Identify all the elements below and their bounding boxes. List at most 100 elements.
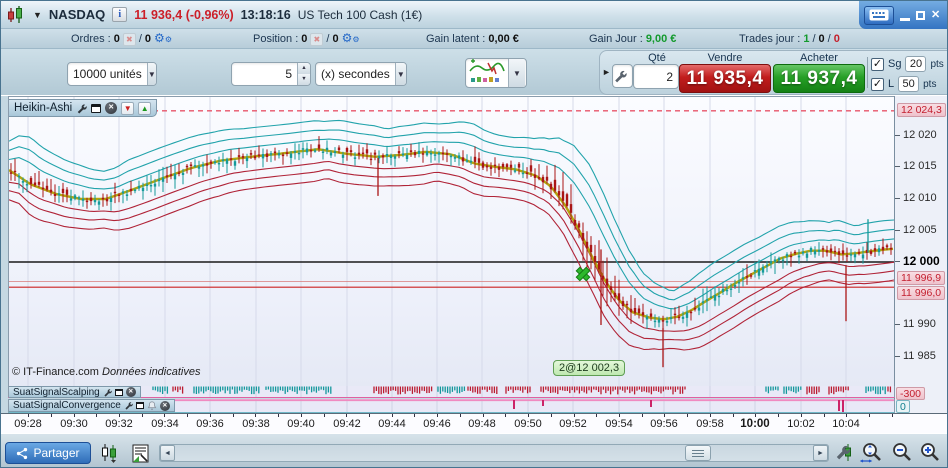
limit-row: ✓ L 50 pts <box>871 76 936 92</box>
close-icon[interactable]: ✕ <box>931 1 940 29</box>
sg-unit: pts <box>930 58 944 70</box>
period-value: 5 <box>285 67 292 81</box>
price-chart-canvas[interactable] <box>9 97 894 386</box>
main-toolbar: 10000 unités ▼ 5 ▲ ▼ (x) secondes ▼ ▼ ► Q… <box>1 49 947 96</box>
time-tick-label: 09:46 <box>423 418 451 430</box>
instrument-candles-icon <box>6 5 26 24</box>
gain-latent-label: Gain latent : <box>426 33 486 45</box>
spin-up-icon[interactable]: ▲ <box>298 63 310 74</box>
qty-input[interactable]: 2 <box>633 64 679 89</box>
orders-count-2: 0 <box>144 33 152 45</box>
time-tick-label: 10:04 <box>832 418 860 430</box>
sell-button[interactable]: 11 935,4 <box>679 64 771 93</box>
keyboard-icon[interactable] <box>864 5 894 25</box>
units-dropdown[interactable]: 10000 unités ▼ <box>67 62 157 86</box>
time-tick-label: 09:34 <box>151 418 179 430</box>
cancel-orders-icon[interactable]: ✖ <box>122 32 136 46</box>
panel-collapse-arrow[interactable]: ► <box>602 67 611 77</box>
zoom-fit-icon[interactable] <box>859 442 885 464</box>
last-price: 11 936,4 (-0,96%) <box>134 7 234 22</box>
share-label: Partager <box>33 446 80 460</box>
chart-style-icon <box>466 59 508 87</box>
price-tick-label: 12 015 <box>903 160 937 172</box>
time-tick-label: 09:40 <box>287 418 315 430</box>
l-value-box[interactable]: 50 <box>898 76 920 92</box>
time-tick-label: 10:02 <box>787 418 815 430</box>
close-panel-icon[interactable]: ✕ <box>125 387 136 397</box>
chart-style-dropdown-arrow[interactable]: ▼ <box>508 59 525 87</box>
horizontal-scrollbar[interactable]: ◄ ► <box>159 444 829 462</box>
move-up-icon[interactable]: ▲ <box>138 101 152 115</box>
chart-style-button[interactable]: ▼ <box>465 58 527 88</box>
price-level-label: 12 024,3 <box>897 103 946 117</box>
convergence-header: SuatSignalConvergence ✕ <box>9 399 175 412</box>
scroll-left-icon[interactable]: ◄ <box>160 445 175 461</box>
price-level-label: 11 996,9 <box>897 271 946 285</box>
order-settings-button[interactable] <box>612 64 633 88</box>
time-tick-label: 09:38 <box>242 418 270 430</box>
time-tick-label: 09:52 <box>559 418 587 430</box>
move-down-icon[interactable]: ▼ <box>121 101 135 115</box>
time-tick-label: 10:00 <box>740 418 770 430</box>
zoom-out-icon[interactable] <box>890 442 914 464</box>
scalping-panel[interactable]: SuatSignalScalping ✕ <box>8 386 895 398</box>
stop-gain-row: ✓ Sg 20 pts <box>871 56 944 72</box>
news-icon[interactable] <box>131 442 150 464</box>
period-stepper[interactable]: 5 ▲ ▼ <box>231 62 311 86</box>
units-dropdown-arrow[interactable]: ▼ <box>146 63 156 85</box>
buy-button[interactable]: 11 937,4 <box>773 64 865 93</box>
sg-value-box[interactable]: 20 <box>905 56 927 72</box>
time-tick-label: 09:32 <box>105 418 133 430</box>
scroll-right-icon[interactable]: ► <box>813 445 828 461</box>
sg-checkbox[interactable]: ✓ <box>871 57 884 71</box>
period-spinner[interactable]: ▲ ▼ <box>297 63 310 85</box>
close-position-icon[interactable]: ✖ <box>310 32 324 46</box>
close-panel-icon[interactable]: ✕ <box>159 400 170 411</box>
scalping-header: SuatSignalScalping ✕ <box>9 386 141 398</box>
wrench-icon[interactable] <box>76 103 87 114</box>
period-unit-dropdown-arrow[interactable]: ▼ <box>394 63 406 85</box>
gain-jour-value: 9,00 € <box>645 33 677 45</box>
trades-lost: 0 <box>833 33 840 45</box>
info-icon[interactable]: i <box>112 7 128 22</box>
convergence-axis-label: 0 <box>896 400 910 413</box>
detach-window-icon[interactable] <box>114 388 123 396</box>
price-tick-label: 12 010 <box>903 192 937 204</box>
time-tick-label: 09:54 <box>605 418 633 430</box>
gain-latent-value: 0,00 € <box>488 33 519 45</box>
time-tick-label: 09:48 <box>468 418 496 430</box>
bell-icon[interactable] <box>147 400 157 411</box>
chart-settings-icon[interactable] <box>834 442 854 464</box>
l-label: L <box>888 78 895 90</box>
convergence-panel[interactable]: SuatSignalConvergence ✕ <box>8 399 895 413</box>
scrollbar-handle[interactable] <box>685 445 711 461</box>
l-checkbox[interactable]: ✓ <box>871 77 884 91</box>
maximize-icon[interactable] <box>916 10 925 20</box>
close-indicator-icon[interactable]: ✕ <box>105 102 118 114</box>
detach-window-icon[interactable] <box>91 103 102 113</box>
position-settings-icon[interactable]: ⚙⚙ <box>342 32 360 46</box>
position-group: Position : 0 ✖ / 0 ⚙⚙ <box>253 31 360 46</box>
gain-jour-label: Gain Jour : <box>589 33 643 45</box>
indicator-header: Heikin-Ashi ✕ ▼ ▲ <box>9 99 158 117</box>
time-tick-label: 09:28 <box>14 418 42 430</box>
sell-label: Vendre <box>707 52 743 64</box>
detach-window-icon[interactable] <box>135 402 144 409</box>
share-button[interactable]: Partager <box>5 442 91 464</box>
orders-settings-icon[interactable]: ⚙⚙ <box>154 32 172 46</box>
wrench-icon[interactable] <box>124 401 133 410</box>
chart-type-icon[interactable] <box>99 442 121 464</box>
zoom-in-icon[interactable] <box>918 442 942 464</box>
time-axis[interactable]: 09:28 09:30 09:32 09:34 09:36 09:38 09:40 09:42… <box>1 413 947 433</box>
price-chart-area[interactable]: Heikin-Ashi ✕ ▼ ▲ © IT-Finance.com Donné… <box>8 96 895 387</box>
time-tick-label: 09:44 <box>378 418 406 430</box>
minimize-icon[interactable] <box>900 17 910 21</box>
symbol-label: NASDAQ <box>48 7 106 22</box>
spin-down-icon[interactable]: ▼ <box>298 74 310 85</box>
l-unit: pts <box>923 78 937 90</box>
trades-label: Trades jour : <box>739 33 801 45</box>
wrench-icon[interactable] <box>103 388 112 397</box>
period-unit-dropdown[interactable]: (x) secondes ▼ <box>315 62 407 86</box>
symbol-dropdown-arrow[interactable]: ▼ <box>33 10 42 20</box>
price-axis[interactable]: 12 024,3 12 020 12 015 12 010 12 005 12 000 11… <box>894 96 947 413</box>
